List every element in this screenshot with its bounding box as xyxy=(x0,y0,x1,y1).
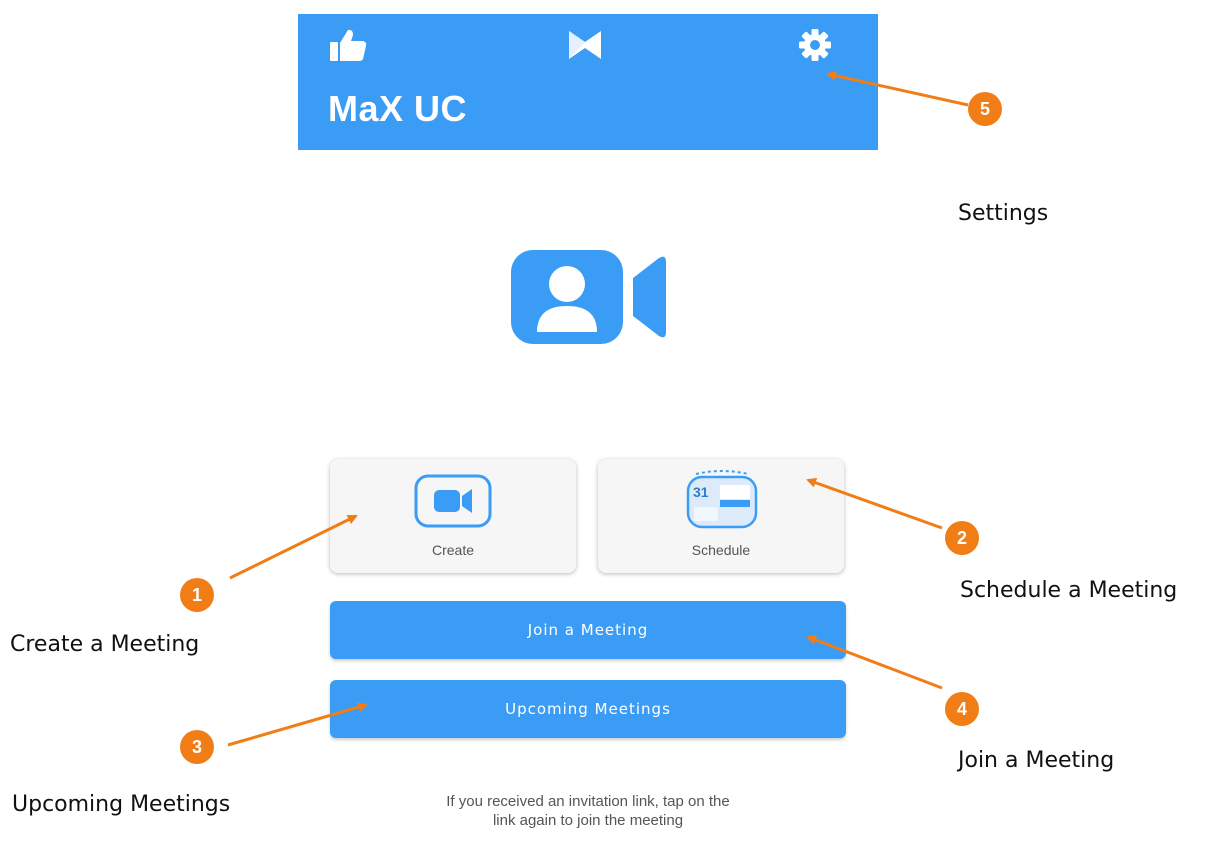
schedule-label: Schedule xyxy=(691,542,751,558)
create-card[interactable]: Create xyxy=(330,459,576,573)
join-meeting-button[interactable]: Join a Meeting xyxy=(330,601,846,659)
schedule-callout-label: Schedule a Meeting xyxy=(960,578,1178,603)
video-contact-icon xyxy=(511,250,667,348)
video-camera-icon xyxy=(414,474,492,532)
callout-badge-5: 5 xyxy=(968,92,1002,126)
create-label: Create xyxy=(431,542,475,558)
upcoming-meetings-button[interactable]: Upcoming Meetings xyxy=(330,680,846,738)
join-callout-label: Join a Meeting xyxy=(958,748,1115,773)
max-logo-icon xyxy=(568,30,602,64)
schedule-card[interactable]: 31 Schedule xyxy=(598,459,844,573)
callout-badge-1: 1 xyxy=(180,578,214,612)
app-title: MaX UC xyxy=(328,88,468,129)
hint-line-2: link again to join the meeting xyxy=(492,812,684,829)
settings-callout-label: Settings xyxy=(958,201,1049,226)
calendar-icon: 31 xyxy=(686,469,758,535)
invitation-hint: If you received an invitation link, tap … xyxy=(330,792,846,830)
calendar-day: 31 xyxy=(693,484,709,500)
hint-line-1: If you received an invitation link, tap … xyxy=(446,793,730,810)
callout-badge-4: 4 xyxy=(945,692,979,726)
callout-badge-3: 3 xyxy=(180,730,214,764)
thumbs-up-icon[interactable] xyxy=(329,28,367,66)
gear-icon[interactable] xyxy=(798,28,832,66)
upcoming-callout-label: Upcoming Meetings xyxy=(12,792,231,817)
callout-badge-2: 2 xyxy=(945,521,979,555)
create-callout-label: Create a Meeting xyxy=(10,632,200,657)
